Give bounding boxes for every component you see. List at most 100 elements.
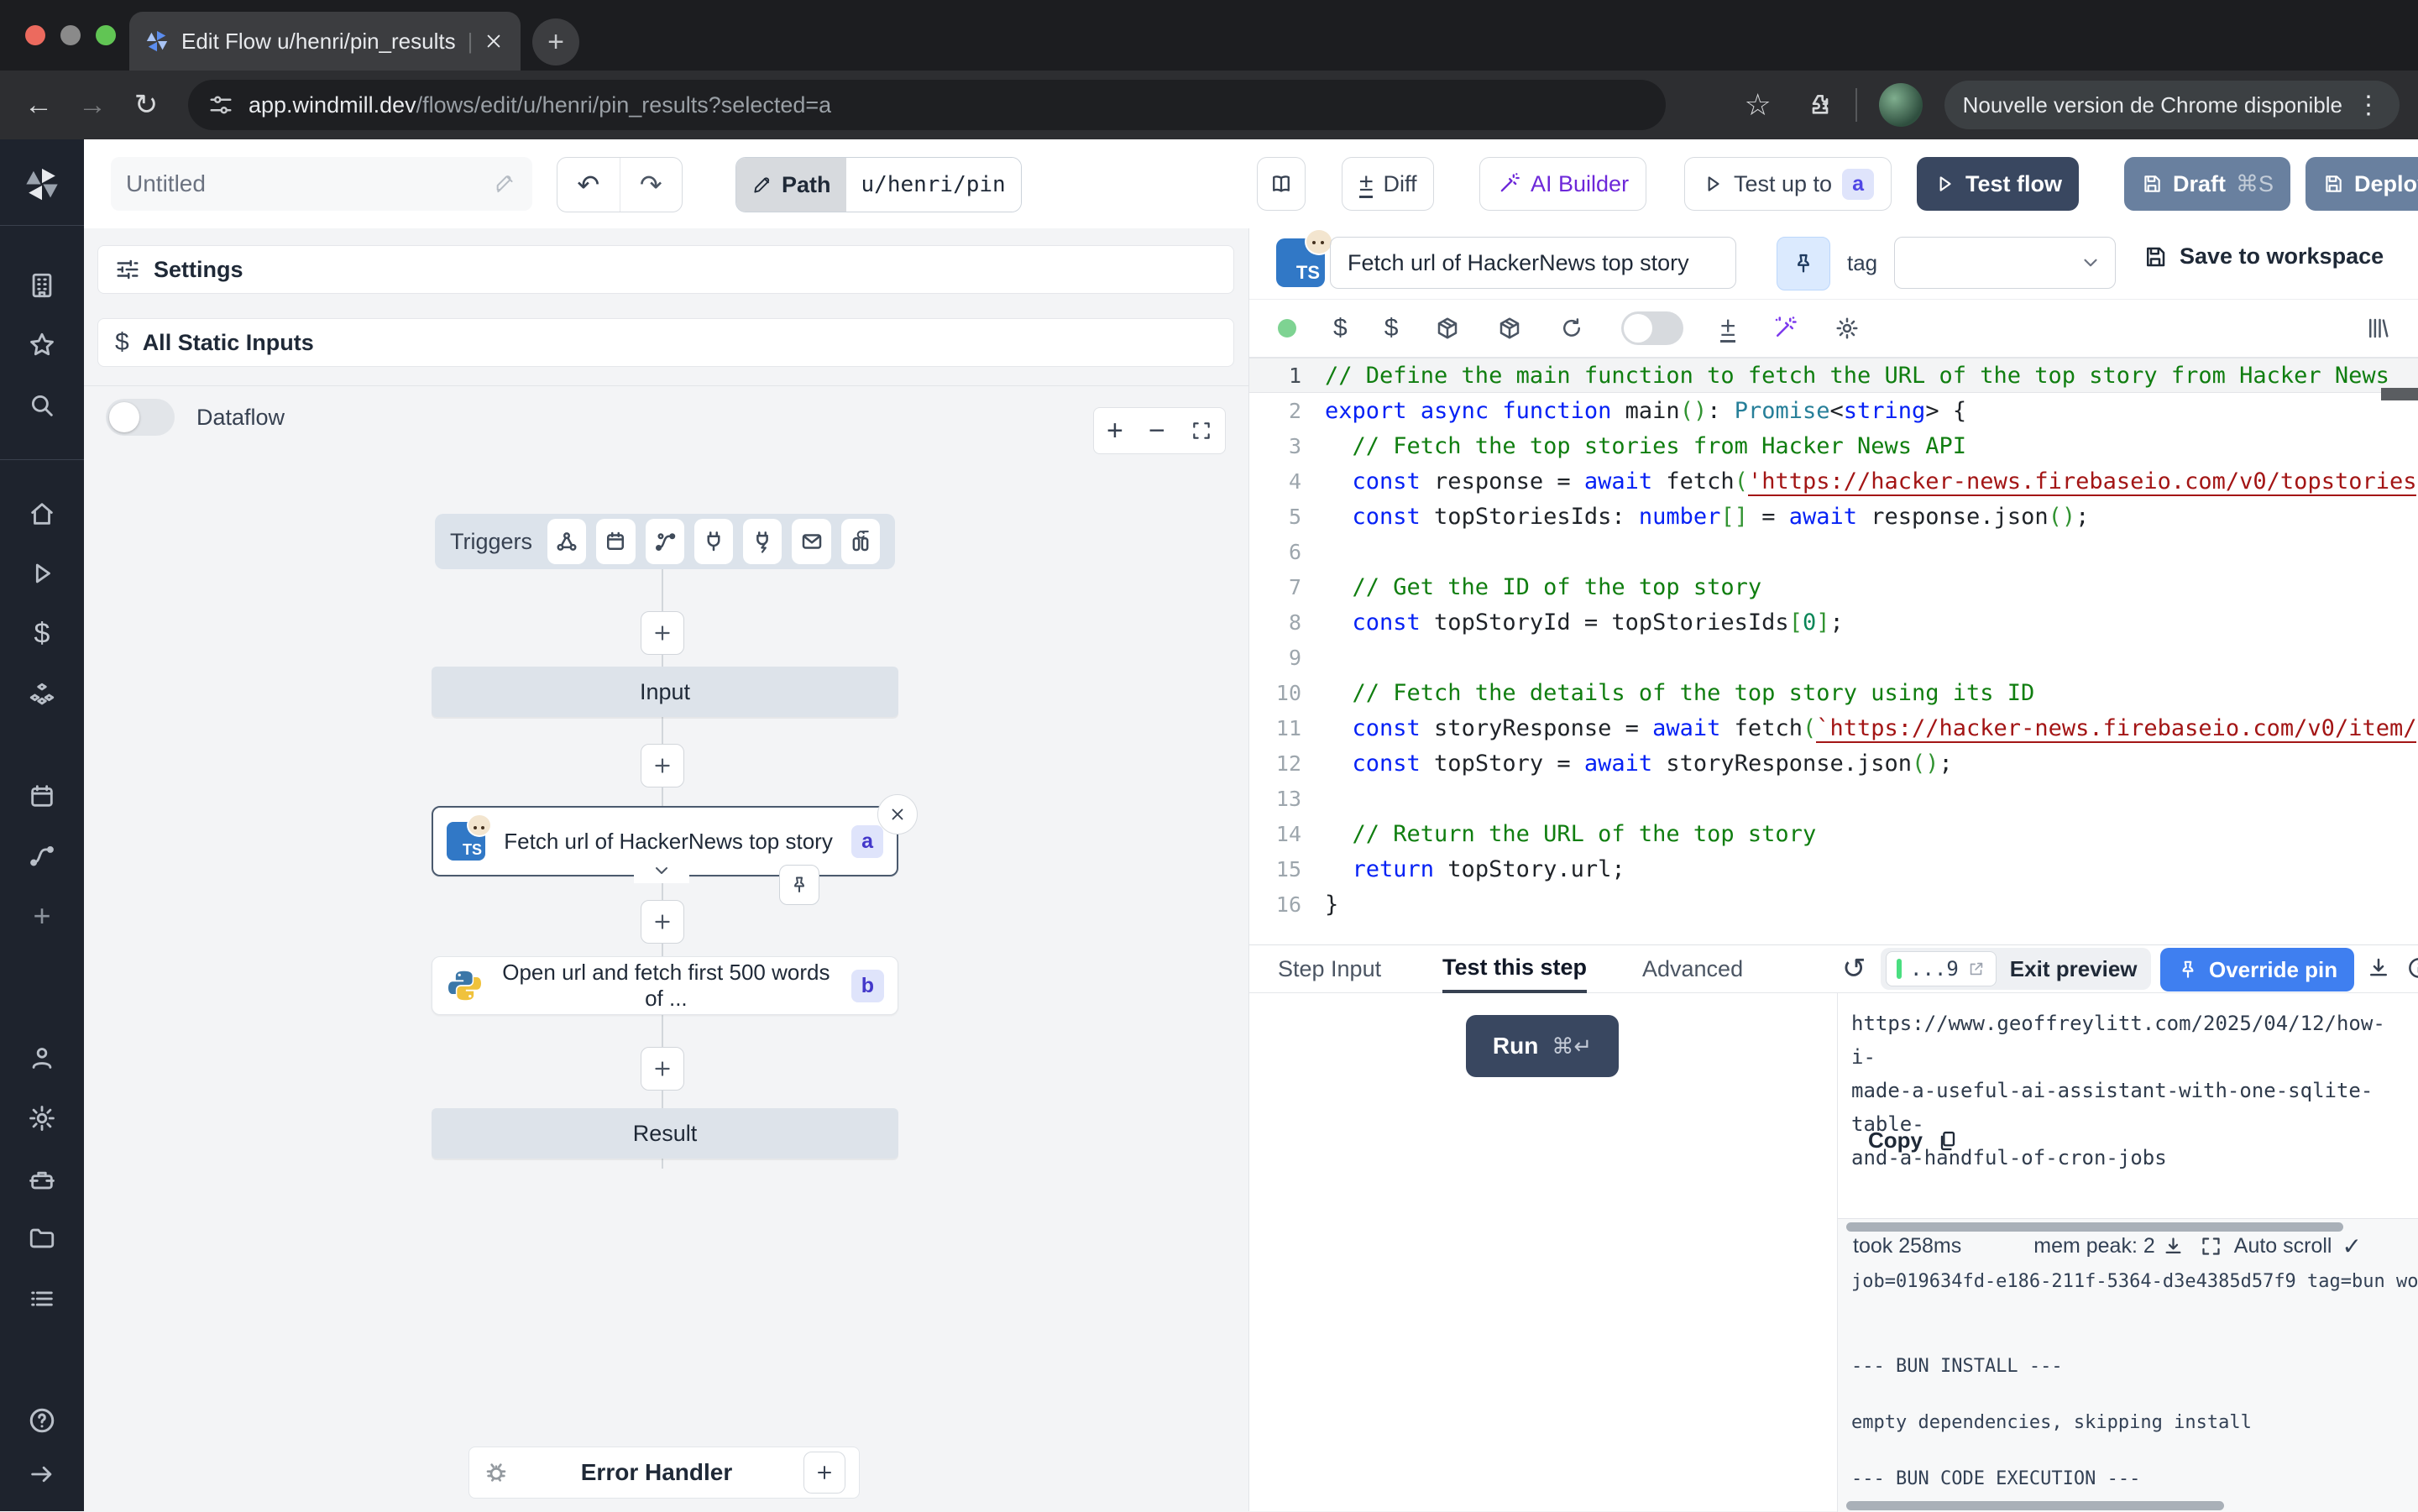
code-line[interactable]: 3 // Fetch the top stories from Hacker N… bbox=[1249, 428, 2418, 463]
undo-button[interactable]: ↶ bbox=[557, 158, 620, 212]
code-line[interactable]: 13 bbox=[1249, 781, 2418, 816]
add-icon[interactable]: + bbox=[33, 898, 50, 934]
resources-icon[interactable] bbox=[28, 681, 56, 709]
info-icon[interactable] bbox=[2406, 955, 2418, 981]
forward-icon[interactable]: → bbox=[65, 89, 119, 122]
ai-wand-icon[interactable] bbox=[1772, 316, 1798, 341]
webhook-trigger-icon[interactable] bbox=[547, 519, 586, 564]
bookmark-star-icon[interactable]: ☆ bbox=[1731, 87, 1785, 123]
site-settings-icon[interactable] bbox=[208, 92, 233, 118]
resources-dollar-icon[interactable]: $ bbox=[1384, 314, 1399, 343]
pin-button-active[interactable] bbox=[1777, 237, 1830, 290]
code-line[interactable]: 11 const storyResponse = await fetch(`ht… bbox=[1249, 710, 2418, 746]
save-to-workspace-button[interactable]: Save to workspace bbox=[2143, 243, 2384, 269]
runs-icon[interactable] bbox=[28, 559, 56, 588]
zoom-out-button[interactable]: − bbox=[1149, 415, 1165, 447]
windmill-logo[interactable] bbox=[23, 165, 61, 208]
favorites-star-icon[interactable] bbox=[28, 331, 56, 359]
address-bar[interactable]: app.windmill.dev/flows/edit/u/henri/pin_… bbox=[188, 80, 1666, 130]
flow-name-input[interactable]: Untitled bbox=[111, 157, 532, 211]
folders-icon[interactable] bbox=[28, 1224, 56, 1253]
tab-test-this-step[interactable]: Test this step bbox=[1442, 945, 1587, 993]
job-pill[interactable]: ...9 bbox=[1886, 951, 1997, 986]
exit-preview-button[interactable]: Exit preview bbox=[2010, 956, 2146, 982]
code-line[interactable]: 15 return topStory.url; bbox=[1249, 851, 2418, 887]
code-editor[interactable]: 1// Define the main function to fetch th… bbox=[1249, 358, 2418, 944]
deploy-button[interactable]: Deploy bbox=[2305, 157, 2418, 211]
tag-select[interactable] bbox=[1894, 237, 2116, 289]
flow-settings-row[interactable]: Settings bbox=[97, 245, 1234, 294]
docs-book-button[interactable] bbox=[1257, 157, 1306, 211]
draft-button[interactable]: Draft ⌘S bbox=[2124, 157, 2290, 211]
close-window-button[interactable] bbox=[25, 25, 45, 45]
browser-menu-icon[interactable]: ⋮ bbox=[2356, 91, 2381, 120]
run-button[interactable]: Run ⌘↵ bbox=[1466, 1015, 1619, 1077]
fit-view-icon[interactable] bbox=[1191, 420, 1212, 442]
log-scrollbar-top[interactable] bbox=[1846, 1222, 2343, 1232]
log-pane[interactable]: took 258ms mem peak: 2 Auto scroll ✓ job… bbox=[1837, 1218, 2418, 1512]
history-icon[interactable]: ↺ bbox=[1842, 952, 1866, 986]
diff-mode-toggle[interactable] bbox=[1621, 311, 1683, 345]
avatar[interactable] bbox=[1879, 83, 1923, 127]
error-handler-node[interactable]: Error Handler bbox=[468, 1447, 860, 1499]
minimize-window-button[interactable] bbox=[60, 25, 81, 45]
code-line[interactable]: 2export async function main(): Promise<s… bbox=[1249, 393, 2418, 428]
diff-button[interactable]: ± Diff bbox=[1342, 157, 1434, 211]
step-node-b[interactable]: Open url and fetch first 500 words of ..… bbox=[432, 956, 898, 1015]
triggers-bar[interactable]: Triggers bbox=[435, 514, 895, 569]
kafka-trigger-icon[interactable] bbox=[694, 519, 733, 564]
log-scrollbar-bottom[interactable] bbox=[1846, 1501, 2224, 1510]
pinned-result-icon[interactable] bbox=[779, 865, 819, 905]
schedule-trigger-icon[interactable] bbox=[596, 519, 635, 564]
external-link-icon[interactable] bbox=[1967, 960, 1986, 978]
home-icon[interactable] bbox=[28, 500, 56, 528]
code-line[interactable]: 5 const topStoriesIds: number[] = await … bbox=[1249, 499, 2418, 534]
code-line[interactable]: 9 bbox=[1249, 640, 2418, 675]
code-line[interactable]: 14 // Return the URL of the top story bbox=[1249, 816, 2418, 851]
code-line[interactable]: 8 const topStoryId = topStoriesIds[0]; bbox=[1249, 604, 2418, 640]
chrome-update-button[interactable]: Nouvelle version de Chrome disponible ⋮ bbox=[1944, 81, 2400, 129]
package-icon[interactable] bbox=[1435, 316, 1460, 341]
add-step-button[interactable] bbox=[641, 611, 684, 655]
ai-builder-button[interactable]: AI Builder bbox=[1479, 157, 1646, 211]
tab-step-input[interactable]: Step Input bbox=[1278, 945, 1381, 993]
browser-tab[interactable]: Edit Flow u/henri/pin_results | bbox=[129, 12, 521, 71]
result-node[interactable]: Result bbox=[432, 1108, 898, 1159]
copy-button[interactable]: Copy bbox=[1868, 1127, 1960, 1154]
settings-gear-icon[interactable] bbox=[28, 1104, 56, 1133]
variables-icon[interactable]: $ bbox=[1333, 314, 1348, 343]
code-line[interactable]: 4 const response = await fetch('https://… bbox=[1249, 463, 2418, 499]
extensions-icon[interactable] bbox=[1807, 92, 1834, 118]
websocket-trigger-icon[interactable] bbox=[743, 519, 782, 564]
redo-button[interactable]: ↷ bbox=[620, 158, 683, 212]
schedules-icon[interactable] bbox=[28, 782, 56, 810]
logs-icon[interactable] bbox=[28, 1284, 56, 1313]
add-step-button[interactable] bbox=[641, 744, 684, 787]
variables-icon[interactable]: $ bbox=[34, 618, 50, 651]
tab-advanced[interactable]: Advanced bbox=[1642, 945, 1743, 993]
http-route-trigger-icon[interactable] bbox=[646, 519, 684, 564]
code-line[interactable]: 6 bbox=[1249, 534, 2418, 569]
add-error-handler-button[interactable] bbox=[803, 1452, 845, 1494]
all-static-inputs-row[interactable]: $ All Static Inputs bbox=[97, 318, 1234, 367]
code-line[interactable]: 1// Define the main function to fetch th… bbox=[1249, 358, 2418, 393]
expand-logs-icon[interactable] bbox=[2200, 1235, 2222, 1258]
user-icon[interactable] bbox=[28, 1044, 56, 1072]
dataflow-toggle[interactable] bbox=[106, 399, 175, 436]
routes-icon[interactable] bbox=[28, 841, 56, 870]
auto-scroll-label[interactable]: Auto scroll bbox=[2234, 1234, 2332, 1258]
add-step-button[interactable] bbox=[641, 1047, 684, 1091]
download-logs-icon[interactable] bbox=[2162, 1235, 2185, 1258]
code-line[interactable]: 7 // Get the ID of the top story bbox=[1249, 569, 2418, 604]
code-line[interactable]: 16} bbox=[1249, 887, 2418, 922]
workspace-icon[interactable] bbox=[28, 271, 56, 300]
test-up-to-button[interactable]: Test up to a bbox=[1684, 157, 1892, 211]
test-flow-button[interactable]: Test flow bbox=[1917, 157, 2079, 211]
back-icon[interactable]: ← bbox=[12, 89, 65, 122]
new-tab-button[interactable]: + bbox=[532, 18, 579, 65]
code-line[interactable]: 12 const topStory = await storyResponse.… bbox=[1249, 746, 2418, 781]
maximize-window-button[interactable] bbox=[96, 25, 116, 45]
expand-sidebar-icon[interactable] bbox=[28, 1460, 56, 1488]
editor-scrollbar-thumb[interactable] bbox=[2381, 388, 2418, 400]
search-icon[interactable] bbox=[28, 391, 56, 420]
